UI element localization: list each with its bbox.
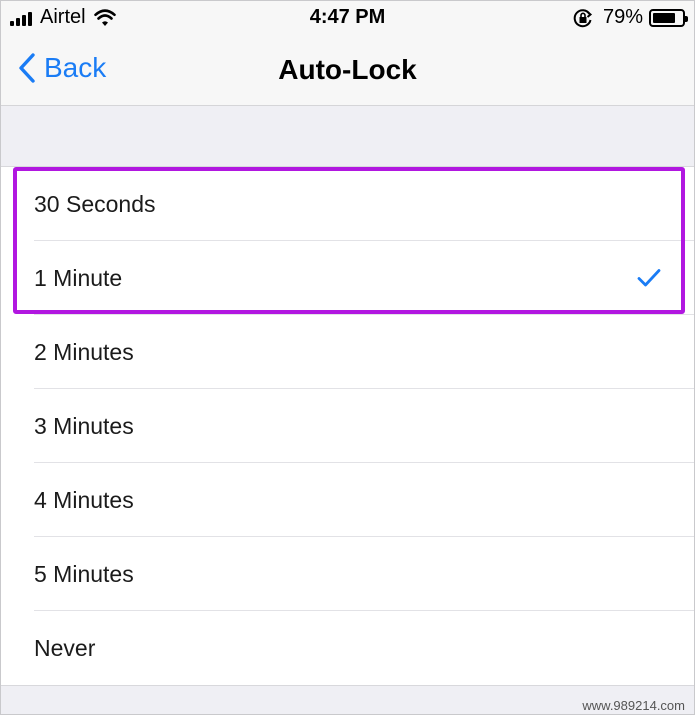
status-right: 79%	[573, 6, 688, 29]
page-title: Auto-Lock	[278, 54, 417, 85]
option-label: 30 Seconds	[34, 191, 156, 217]
option-row[interactable]: 3 Minutes	[0, 389, 695, 463]
option-row[interactable]: 5 Minutes	[0, 537, 695, 611]
battery-icon	[649, 8, 688, 27]
option-label: 2 Minutes	[34, 339, 134, 365]
option-label: 5 Minutes	[34, 561, 134, 587]
battery-percent: 79%	[602, 6, 643, 28]
option-label: 1 Minute	[34, 265, 123, 291]
status-bar: Airtel 4:47 PM 79%	[0, 0, 695, 36]
orientation-lock-icon	[573, 8, 593, 27]
option-label: 3 Minutes	[34, 413, 134, 439]
option-row[interactable]: Never	[0, 611, 695, 685]
navigation-bar: Back Auto-Lock	[0, 36, 695, 106]
option-label: Never	[34, 635, 96, 661]
auto-lock-options-list: 30 Seconds 1 Minute 2 Minutes 3 Minutes …	[0, 166, 695, 686]
option-row[interactable]: 4 Minutes	[0, 463, 695, 537]
option-row[interactable]: 1 Minute	[0, 241, 695, 315]
checkmark-icon	[637, 269, 661, 287]
option-row[interactable]: 2 Minutes	[0, 315, 695, 389]
option-label: 4 Minutes	[34, 487, 134, 513]
watermark: www.989214.com	[582, 698, 685, 713]
option-row[interactable]: 30 Seconds	[0, 167, 695, 241]
